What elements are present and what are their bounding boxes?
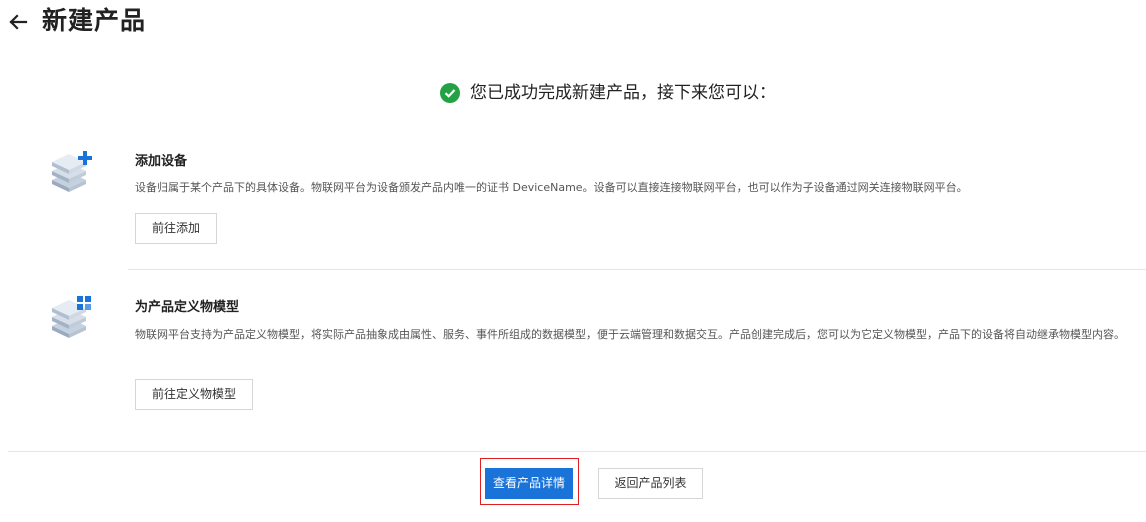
section-divider	[128, 269, 1146, 270]
add-device-title: 添加设备	[135, 154, 188, 169]
back-to-product-list-button[interactable]: 返回产品列表	[598, 468, 703, 499]
check-circle-icon	[440, 83, 460, 103]
page-header: 新建产品	[0, 0, 1146, 44]
go-define-thing-model-button[interactable]: 前往定义物模型	[135, 379, 254, 410]
page-title: 新建产品	[42, 6, 147, 35]
thing-model-description: 物联网平台支持为产品定义物模型，将实际产品抽象成由属性、服务、事件所组成的数据模…	[135, 328, 1125, 341]
back-arrow-icon[interactable]	[6, 10, 30, 34]
go-add-device-button[interactable]: 前往添加	[135, 213, 218, 244]
success-banner: 您已成功完成新建产品，接下来您可以：	[440, 82, 776, 104]
add-device-icon	[52, 151, 92, 192]
footer-divider	[8, 451, 1146, 452]
view-product-details-button[interactable]: 查看产品详情	[485, 468, 573, 499]
thing-model-icon	[52, 296, 91, 338]
success-message: 您已成功完成新建产品，接下来您可以：	[470, 83, 776, 103]
thing-model-title: 为产品定义物模型	[135, 300, 240, 315]
add-device-description: 设备归属于某个产品下的具体设备。物联网平台为设备颁发产品内唯一的证书 Devic…	[135, 181, 968, 194]
